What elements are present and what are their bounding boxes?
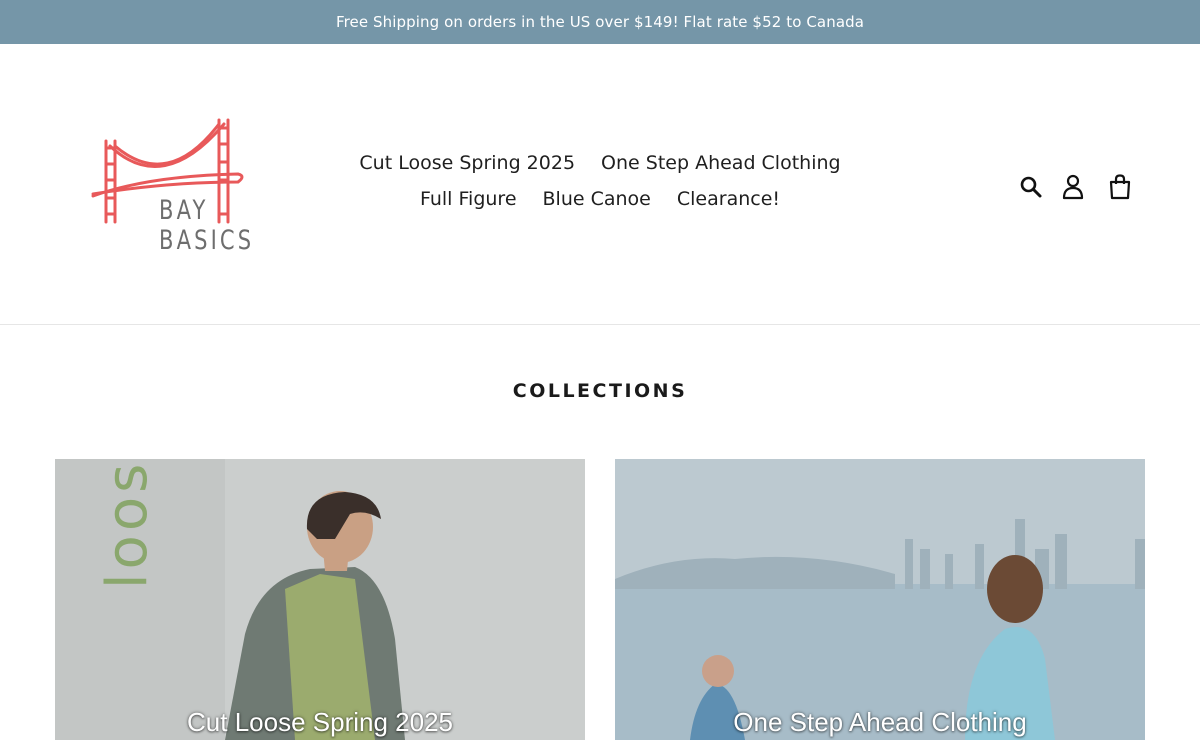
announcement-bar: Free Shipping on orders in the US over $… <box>0 0 1200 44</box>
collection-card-title: One Step Ahead Clothing <box>733 707 1027 737</box>
cart-icon[interactable] <box>1105 172 1135 202</box>
search-icon[interactable] <box>1016 172 1046 202</box>
nav-item-blue-canoe[interactable]: Blue Canoe <box>530 187 664 211</box>
main-nav: Cut Loose Spring 2025 One Step Ahead Clo… <box>330 151 870 211</box>
collection-card-title: Cut Loose Spring 2025 <box>187 707 453 737</box>
account-icon[interactable] <box>1058 172 1088 202</box>
collection-card-one-step-ahead[interactable]: One Step Ahead Clothing <box>615 459 1145 740</box>
nav-item-one-step-ahead[interactable]: One Step Ahead Clothing <box>588 151 854 175</box>
site-logo[interactable]: BAY BASICS <box>88 116 268 256</box>
collection-image-one-step-ahead <box>615 459 1145 740</box>
nav-item-full-figure[interactable]: Full Figure <box>407 187 530 211</box>
nav-item-clearance[interactable]: Clearance! <box>664 187 793 211</box>
announcement-text: Free Shipping on orders in the US over $… <box>335 13 865 31</box>
collection-card-cut-loose[interactable]: loose Cut Loose Spring 2025 <box>55 459 585 740</box>
logo-text-line2: BASICS <box>159 225 255 256</box>
nav-item-cut-loose[interactable]: Cut Loose Spring 2025 <box>346 151 588 175</box>
logo-text-line1: BAY <box>159 195 209 226</box>
collection-image-text: loose <box>95 459 160 589</box>
collections-heading: COLLECTIONS <box>512 380 688 402</box>
site-header: BAY BASICS Cut Loose Spring 2025 One Ste… <box>0 44 1200 325</box>
